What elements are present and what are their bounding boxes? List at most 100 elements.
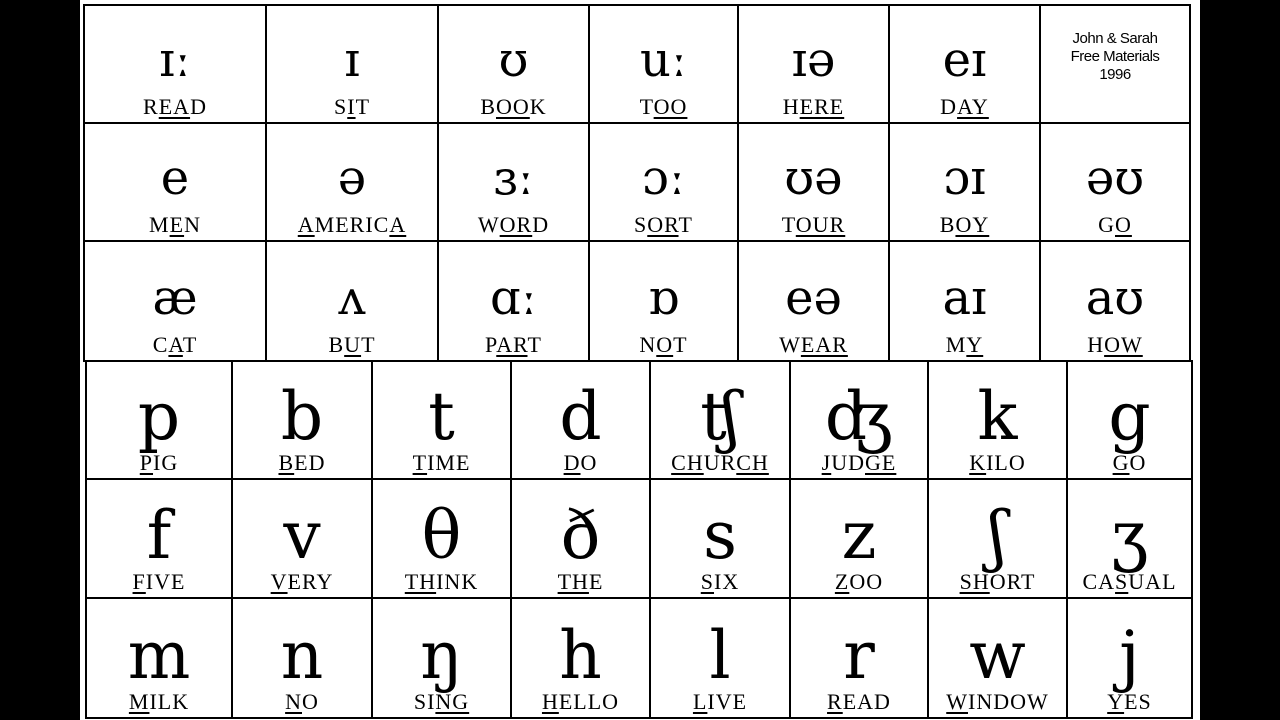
word-highlighted-segment: Y [1107,689,1125,714]
phoneme-cell: aʊ HOW [1041,242,1189,360]
phoneme-symbol: ɪ [344,32,360,88]
word-segment: D [532,212,550,237]
word-segment: B [939,212,956,237]
word-segment: D [940,94,958,119]
phoneme-cell: uː TOO [590,6,739,124]
word-segment: T [182,332,198,357]
word-highlighted-segment: D [563,450,581,476]
phoneme-cell: ə AMERICA [267,124,439,242]
phoneme-cell: ɔɪ BOY [890,124,1041,242]
example-word: VERY [271,569,334,595]
word-highlighted-segment: A [168,332,183,357]
credit-line1: John & Sarah [1072,30,1158,47]
word-highlighted-segment: CH [736,450,769,476]
example-word: PIG [140,450,178,476]
phoneme-cell: h HELLO [512,598,651,717]
vowel-grid: ɪː READ ɪ SIT ʊ BOOK uː TOO ɪə HERE eɪ DAY John & Sa… [83,4,1191,362]
phoneme-symbol: ɑː [490,270,537,326]
word-highlighted-segment: OO [496,94,530,119]
word-segment: INDOW [968,689,1049,714]
example-word: TOO [640,94,688,120]
word-segment: S [333,94,348,119]
example-word: KILO [969,450,1026,476]
word-highlighted-segment: EAR [800,332,848,357]
word-highlighted-segment: OR [499,212,533,237]
word-highlighted-segment: H [541,689,559,714]
example-word: ZOO [835,569,883,595]
word-highlighted-segment: CH [671,450,704,476]
word-segment: H [1087,332,1105,357]
example-word: SORT [634,212,693,238]
example-word: AMERICA [298,212,406,238]
phoneme-cell: ʒ CASUAL [1068,480,1191,599]
phoneme-cell: ɪ SIT [267,6,439,124]
phoneme-symbol: eə [785,270,842,326]
phoneme-symbol: t [428,378,455,456]
phoneme-symbol: g [1108,378,1151,456]
phoneme-cell: ɑː PART [439,242,590,360]
word-segment: T [355,94,371,119]
word-highlighted-segment: OUR [795,212,846,237]
word-highlighted-segment: P [139,450,154,476]
phoneme-cell: ʧ CHURCH [651,362,791,481]
example-word: MY [946,332,983,358]
word-highlighted-segment: Z [834,568,850,594]
word-highlighted-segment: S [1115,568,1129,594]
phoneme-cell: s SIX [651,480,791,599]
word-highlighted-segment: G [1112,450,1130,476]
word-segment: SI [413,689,436,714]
phoneme-cell: θ THINK [373,480,512,599]
phoneme-symbol: r [843,617,875,694]
example-word: NO [285,689,319,715]
example-word: GO [1098,212,1132,238]
word-segment: UR [703,450,737,476]
phoneme-symbol: k [977,378,1018,456]
example-word: THE [558,569,604,595]
credit-line2: Free Materials [1070,48,1160,65]
word-highlighted-segment: OO [653,94,688,119]
word-highlighted-segment: E [169,212,185,237]
word-highlighted-segment: OY [955,212,990,237]
phoneme-cell: ɔː SORT [590,124,739,242]
phoneme-symbol: b [280,378,324,456]
word-highlighted-segment: EA [158,94,191,119]
word-segment: UAL [1128,568,1177,594]
word-highlighted-segment: AY [957,94,989,119]
example-word: HERE [783,94,844,120]
phoneme-cell: ɜː WORD [439,124,590,242]
word-segment: MERIC [314,212,390,237]
word-segment: D [190,94,207,119]
word-segment: M [149,212,170,237]
example-word: WORD [478,212,549,238]
word-segment: IX [714,568,740,594]
phoneme-cell: w WINDOW [929,598,1068,717]
word-segment: IG [153,450,179,476]
phoneme-cell: k KILO [929,362,1068,481]
example-word: HOW [1087,332,1143,358]
example-word: GO [1113,450,1147,476]
word-segment: K [529,94,547,119]
phoneme-symbol: n [280,617,324,694]
example-word: TOUR [782,212,846,238]
example-word: CAT [153,332,198,358]
example-word: YES [1107,689,1152,715]
phoneme-symbol: ɪː [159,32,191,88]
word-highlighted-segment: TH [557,568,589,594]
phoneme-symbol: d [559,378,602,456]
word-segment: E [588,568,604,594]
example-word: DO [564,450,598,476]
phoneme-symbol: ʌ [338,270,366,326]
word-highlighted-segment: TH [404,568,437,594]
word-highlighted-segment: O [1115,212,1132,237]
phoneme-cell: ʌ BUT [267,242,439,360]
phoneme-cell: eɪ DAY [890,6,1041,124]
word-segment: N [184,212,201,237]
example-word: MEN [149,212,201,238]
word-segment: G [1098,212,1115,237]
word-segment: ES [1124,689,1152,714]
word-segment: ERY [287,568,334,594]
word-segment: R [143,94,159,119]
word-segment: M [945,332,967,357]
phoneme-symbol: əʊ [1085,150,1145,206]
phoneme-cell: ɒ NOT [590,242,739,360]
